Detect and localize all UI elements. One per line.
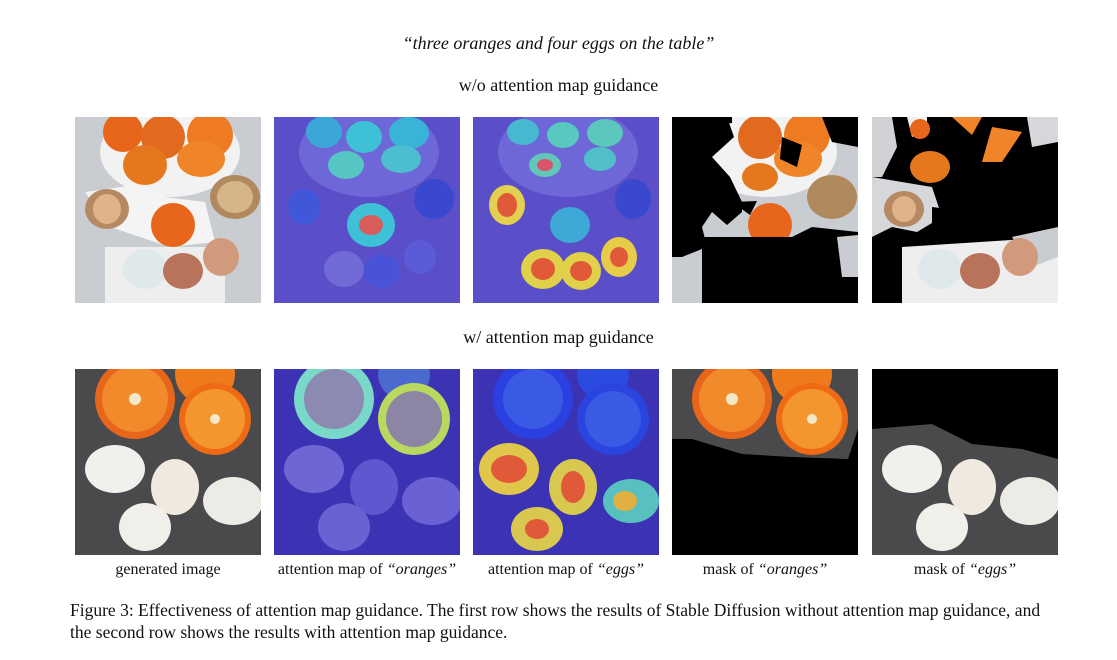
- col-label-mask-oranges: mask of “oranges”: [665, 561, 865, 579]
- col-label-attention-oranges: attention map of “oranges”: [267, 561, 467, 579]
- row1-generated-image: [75, 117, 261, 303]
- row2-attention-oranges: [274, 369, 460, 555]
- row2-mask-eggs: [872, 369, 1058, 555]
- col-label-mask-eggs: mask of “eggs”: [865, 561, 1065, 579]
- row2-label: w/ attention map guidance: [463, 327, 654, 347]
- col-label-text: attention map of: [488, 561, 597, 578]
- col-label-quoted: “oranges”: [757, 561, 828, 578]
- col-label-quoted: “eggs”: [596, 561, 644, 578]
- col-label-text: generated image: [115, 561, 221, 578]
- row2-attention-eggs: [473, 369, 659, 555]
- col-label-quoted: “eggs”: [968, 561, 1017, 578]
- col-label-text: attention map of: [277, 561, 387, 578]
- row1-mask-oranges: [672, 117, 858, 303]
- row1-attention-eggs: [473, 117, 659, 303]
- col-label-text: mask of: [702, 561, 758, 578]
- row1-mask-eggs: [872, 117, 1058, 303]
- figure-caption: Figure 3: Effectiveness of attention map…: [70, 600, 1041, 642]
- figure-prompt: “three oranges and four eggs on the tabl…: [402, 33, 715, 53]
- col-label-quoted: “oranges”: [386, 561, 457, 578]
- col-label-text: mask of: [913, 561, 969, 578]
- col-label-attention-eggs: attention map of “eggs”: [466, 561, 666, 579]
- row2-mask-oranges: [672, 369, 858, 555]
- row2-generated-image: [75, 369, 261, 555]
- row1-label: w/o attention map guidance: [458, 75, 659, 95]
- row1-attention-oranges: [274, 117, 460, 303]
- col-label-generated-image: generated image: [68, 561, 268, 579]
